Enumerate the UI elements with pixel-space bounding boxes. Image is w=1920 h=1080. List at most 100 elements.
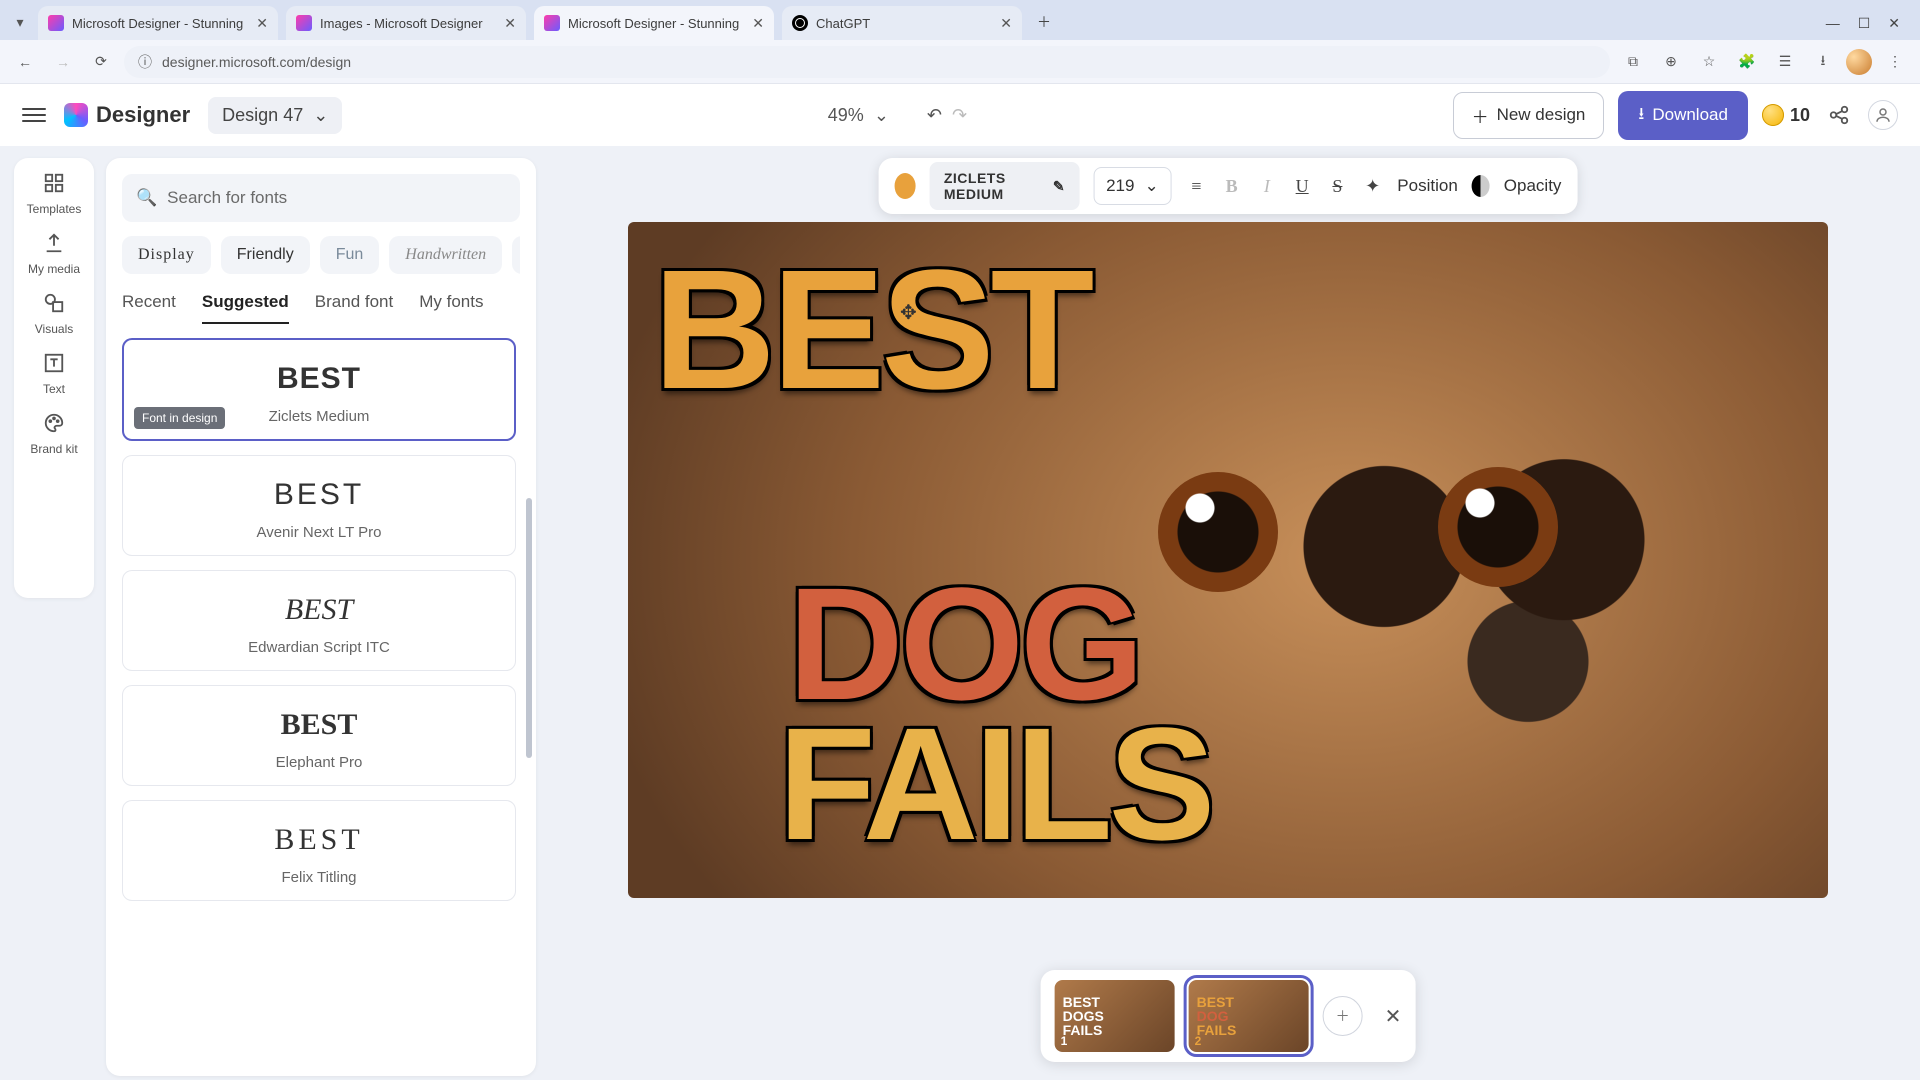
window-close-icon[interactable]: ✕ (1888, 15, 1900, 32)
position-button[interactable]: Position (1397, 176, 1457, 196)
bookmark-icon[interactable]: ☆ (1694, 47, 1724, 77)
site-info-icon[interactable]: ⓘ (138, 52, 152, 72)
scrollbar[interactable] (526, 498, 532, 758)
underline-icon[interactable]: U (1292, 176, 1313, 197)
zoom-icon[interactable]: ⊕ (1656, 47, 1686, 77)
font-category-chips: Display Friendly Fun Handwritten Mo (122, 236, 520, 274)
font-sample: BEST (137, 478, 501, 512)
profile-avatar[interactable] (1846, 49, 1872, 75)
new-tab-button[interactable]: ＋ (1030, 8, 1058, 36)
share-icon[interactable] (1824, 100, 1854, 130)
extensions-icon[interactable]: 🧩 (1732, 47, 1762, 77)
font-sample: BEST (138, 362, 500, 396)
zoom-value[interactable]: 49% (828, 105, 864, 126)
credits-counter[interactable]: 10 (1762, 104, 1810, 126)
tab-suggested[interactable]: Suggested (202, 292, 289, 324)
font-list[interactable]: BEST Ziclets Medium Font in design BEST … (122, 338, 520, 1060)
install-app-icon[interactable]: ⧉ (1618, 47, 1648, 77)
kebab-menu-icon[interactable]: ⋮ (1880, 47, 1910, 77)
thumb-line: DOGS (1063, 1009, 1175, 1023)
address-bar: ← → ⟳ ⓘ designer.microsoft.com/design ⧉ … (0, 40, 1920, 84)
font-search-input[interactable]: 🔍 Search for fonts (122, 174, 520, 222)
font-card[interactable]: BEST Felix Titling (122, 800, 516, 901)
tab-search-icon[interactable]: ▾ (8, 10, 32, 34)
page-thumb-1[interactable]: BEST DOGS FAILS 1 (1055, 980, 1175, 1052)
window-minimize-icon[interactable]: — (1826, 15, 1840, 32)
dog-eye-right (1438, 467, 1558, 587)
undo-icon[interactable]: ↶ (927, 105, 942, 126)
reload-icon[interactable]: ⟳ (86, 47, 116, 77)
page-thumb-2[interactable]: BEST DOG FAILS 2 (1189, 980, 1309, 1052)
tab-brand-font[interactable]: Brand font (315, 292, 393, 324)
font-card[interactable]: BEST Elephant Pro (122, 685, 516, 786)
browser-tab-strip: ▾ Microsoft Designer - Stunning ✕ Images… (0, 0, 1920, 40)
rail-brand-kit[interactable]: Brand kit (30, 410, 77, 456)
strikethrough-icon[interactable]: S (1327, 176, 1348, 197)
text-color-swatch[interactable] (895, 173, 916, 199)
rail-visuals[interactable]: Visuals (35, 290, 73, 336)
download-button[interactable]: ⭳ Download (1618, 91, 1748, 140)
app-logo[interactable]: Designer (64, 102, 190, 128)
new-design-button[interactable]: ＋ New design (1453, 92, 1605, 139)
upload-icon (41, 230, 67, 256)
window-maximize-icon[interactable]: ☐ (1858, 15, 1871, 32)
font-picker-button[interactable]: Ziclets Medium ✎ (930, 162, 1079, 210)
font-name: Elephant Pro (137, 754, 501, 771)
url-field[interactable]: ⓘ designer.microsoft.com/design (124, 46, 1610, 78)
canvas-area: Ziclets Medium ✎ 219 ⌄ ≡ B I U S ✦ Posit… (536, 146, 1920, 1080)
chip-more[interactable]: Mo (512, 236, 520, 274)
redo-icon[interactable]: ↷ (952, 105, 967, 126)
tab-recent[interactable]: Recent (122, 292, 176, 324)
app-name: Designer (96, 102, 190, 128)
browser-tab-active[interactable]: Microsoft Designer - Stunning ✕ (534, 6, 774, 40)
hamburger-menu-icon[interactable] (22, 108, 46, 122)
chevron-down-icon[interactable]: ⌄ (874, 105, 889, 126)
close-icon[interactable]: ✕ (752, 15, 764, 32)
browser-tab[interactable]: ChatGPT ✕ (782, 6, 1022, 40)
design-name-dropdown[interactable]: Design 47 ⌄ (208, 97, 342, 134)
close-icon[interactable]: ✕ (1385, 1004, 1402, 1029)
font-size-input[interactable]: 219 ⌄ (1093, 167, 1172, 205)
font-sample: BEST (137, 708, 501, 742)
close-icon[interactable]: ✕ (256, 15, 268, 32)
rail-label: Brand kit (30, 442, 77, 456)
effects-icon[interactable]: ✦ (1362, 176, 1383, 197)
rail-templates[interactable]: Templates (27, 170, 82, 216)
align-icon[interactable]: ≡ (1186, 176, 1207, 197)
nav-back-icon[interactable]: ← (10, 47, 40, 77)
text-best[interactable]: BEST (653, 232, 1090, 428)
reading-list-icon[interactable]: ☰ (1770, 47, 1800, 77)
bold-icon[interactable]: B (1221, 176, 1242, 197)
tool-rail: Templates My media Visuals Text Brand ki… (14, 158, 94, 598)
browser-tab[interactable]: Images - Microsoft Designer ✕ (286, 6, 526, 40)
page-number: 1 (1061, 1034, 1068, 1048)
italic-icon[interactable]: I (1256, 176, 1277, 197)
tab-my-fonts[interactable]: My fonts (419, 292, 483, 324)
rail-my-media[interactable]: My media (28, 230, 80, 276)
tab-title: Microsoft Designer - Stunning (72, 16, 243, 31)
font-card[interactable]: BEST Edwardian Script ITC (122, 570, 516, 671)
chevron-down-icon: ⌄ (1144, 176, 1158, 196)
account-icon[interactable] (1868, 100, 1898, 130)
coin-icon (1762, 104, 1784, 126)
rail-text[interactable]: Text (41, 350, 67, 396)
text-icon (41, 350, 67, 376)
font-card[interactable]: BEST Avenir Next LT Pro (122, 455, 516, 556)
downloads-icon[interactable]: ⭳ (1808, 47, 1838, 77)
opacity-button[interactable]: Opacity (1504, 176, 1562, 196)
font-card[interactable]: BEST Ziclets Medium Font in design (122, 338, 516, 441)
add-page-button[interactable]: ＋ (1323, 996, 1363, 1036)
chip-fun[interactable]: Fun (320, 236, 380, 274)
nav-forward-icon[interactable]: → (48, 47, 78, 77)
design-canvas[interactable]: BEST ✥ DOG FAILS (628, 222, 1828, 898)
close-icon[interactable]: ✕ (1000, 15, 1012, 32)
font-name: Felix Titling (137, 869, 501, 886)
rail-label: Visuals (35, 322, 73, 336)
chip-handwritten[interactable]: Handwritten (389, 236, 502, 274)
chip-friendly[interactable]: Friendly (221, 236, 310, 274)
browser-tab[interactable]: Microsoft Designer - Stunning ✕ (38, 6, 278, 40)
chip-display[interactable]: Display (122, 236, 211, 274)
thumb-line: BEST (1197, 995, 1309, 1009)
text-fails[interactable]: FAILS (778, 692, 1211, 876)
close-icon[interactable]: ✕ (504, 15, 516, 32)
